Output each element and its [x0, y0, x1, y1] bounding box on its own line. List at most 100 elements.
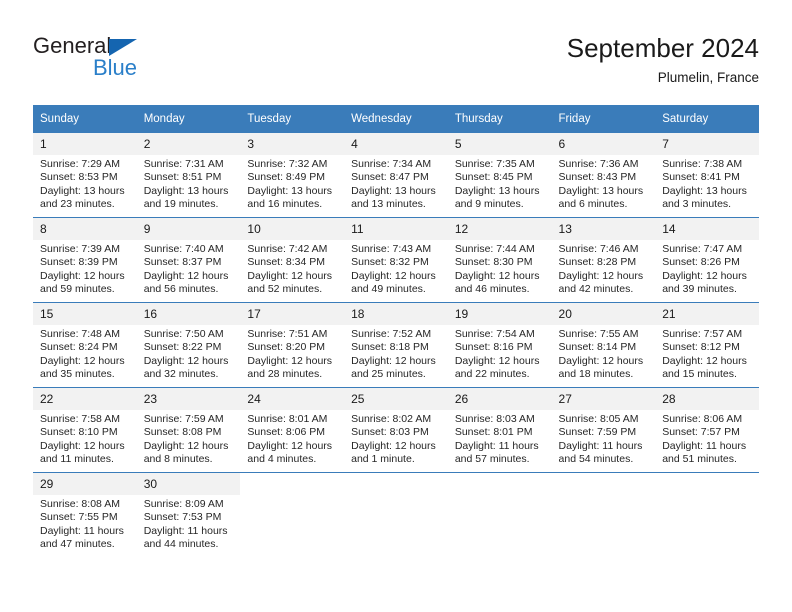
- day-details: [240, 495, 344, 498]
- sunset-text: Sunset: 8:28 PM: [558, 256, 637, 269]
- calendar-day-cell[interactable]: 22 Sunrise: 7:58 AM Sunset: 8:10 PM Dayligh…: [33, 387, 137, 473]
- sunrise-text: Sunrise: 7:54 AM: [454, 328, 535, 340]
- calendar-day-cell[interactable]: 8 Sunrise: 7:39 AM Sunset: 8:39 PM Daylight…: [33, 217, 137, 303]
- page-title: September 2024: [566, 33, 759, 63]
- day-number: 13: [551, 218, 656, 240]
- calendar-day-cell[interactable]: 13 Sunrise: 7:46 AM Sunset: 8:28 PM Dayligh…: [551, 217, 656, 303]
- calendar-day-cell[interactable]: 27 Sunrise: 8:05 AM Sunset: 7:59 PM Dayligh…: [551, 387, 656, 473]
- day-number: 6: [551, 133, 656, 155]
- day-number: 29: [33, 473, 137, 495]
- day-cell-inner: 1 Sunrise: 7:29 AM Sunset: 8:53 PM Daylight…: [33, 133, 137, 217]
- calendar-day-cell[interactable]: 26 Sunrise: 8:03 AM Sunset: 8:01 PM Dayligh…: [447, 387, 552, 473]
- day-details: Sunrise: 7:38 AM Sunset: 8:41 PM Daylight:…: [655, 155, 759, 211]
- logo-word-blue: Blue: [93, 55, 138, 80]
- day-cell-inner: 19 Sunrise: 7:54 AM Sunset: 8:16 PM Dayligh…: [447, 303, 552, 387]
- day-number: [447, 473, 552, 495]
- sunrise-text: Sunrise: 7:57 AM: [662, 328, 743, 340]
- daylight-text: Daylight: 11 hours and 54 minutes.: [558, 439, 643, 465]
- calendar-day-cell[interactable]: 28 Sunrise: 8:06 AM Sunset: 7:57 PM Dayligh…: [655, 387, 759, 473]
- day-number: [551, 473, 656, 495]
- calendar-day-cell[interactable]: 12 Sunrise: 7:44 AM Sunset: 8:30 PM Dayligh…: [447, 217, 552, 303]
- sunrise-text: Sunrise: 7:46 AM: [558, 243, 639, 255]
- calendar-day-cell[interactable]: 9 Sunrise: 7:40 AM Sunset: 8:37 PM Daylight…: [136, 217, 241, 303]
- calendar-page: General Blue September 2024 Plumelin, Fr…: [0, 0, 792, 612]
- calendar-cell-empty: [551, 472, 656, 557]
- calendar-day-cell[interactable]: 16 Sunrise: 7:50 AM Sunset: 8:22 PM Dayligh…: [136, 302, 241, 388]
- calendar-day-cell[interactable]: 23 Sunrise: 7:59 AM Sunset: 8:08 PM Dayligh…: [136, 387, 241, 473]
- weekday-header-monday: Monday: [136, 105, 241, 133]
- day-details: Sunrise: 8:08 AM Sunset: 7:55 PM Daylight:…: [33, 495, 137, 551]
- day-number: 16: [136, 303, 241, 325]
- daylight-text: Daylight: 12 hours and 56 minutes.: [143, 269, 229, 295]
- calendar-day-cell[interactable]: 4 Sunrise: 7:34 AM Sunset: 8:47 PM Daylight…: [344, 133, 448, 218]
- day-details: Sunrise: 7:35 AM Sunset: 8:45 PM Daylight:…: [448, 155, 552, 211]
- sunset-text: Sunset: 8:32 PM: [351, 256, 429, 269]
- sunset-text: Sunset: 7:53 PM: [143, 511, 222, 524]
- sunrise-text: Sunrise: 8:08 AM: [40, 498, 120, 510]
- daylight-text: Daylight: 12 hours and 32 minutes.: [143, 354, 229, 380]
- calendar-day-cell[interactable]: 2 Sunrise: 7:31 AM Sunset: 8:51 PM Daylight…: [136, 133, 241, 218]
- daylight-text: Daylight: 12 hours and 42 minutes.: [558, 269, 644, 295]
- day-number: 17: [240, 303, 345, 325]
- calendar-day-cell[interactable]: 6 Sunrise: 7:36 AM Sunset: 8:43 PM Daylight…: [551, 133, 656, 218]
- sunrise-text: Sunrise: 7:51 AM: [247, 328, 328, 340]
- calendar-day-cell[interactable]: 14 Sunrise: 7:47 AM Sunset: 8:26 PM Dayligh…: [655, 217, 759, 303]
- calendar-day-cell[interactable]: 17 Sunrise: 7:51 AM Sunset: 8:20 PM Dayligh…: [240, 302, 345, 388]
- sunset-text: Sunset: 8:01 PM: [454, 426, 533, 439]
- calendar-day-cell[interactable]: 1 Sunrise: 7:29 AM Sunset: 8:53 PM Daylight…: [33, 133, 137, 218]
- calendar-day-cell[interactable]: 7 Sunrise: 7:38 AM Sunset: 8:41 PM Daylight…: [655, 133, 759, 218]
- day-cell-inner: 20 Sunrise: 7:55 AM Sunset: 8:14 PM Dayligh…: [551, 303, 656, 387]
- calendar-cell-empty: [240, 472, 345, 557]
- sunrise-text: Sunrise: 8:02 AM: [351, 413, 432, 425]
- day-cell-inner: 18 Sunrise: 7:52 AM Sunset: 8:18 PM Dayligh…: [344, 303, 448, 387]
- sunrise-text: Sunrise: 8:03 AM: [454, 413, 535, 425]
- day-number: 18: [344, 303, 448, 325]
- sunset-text: Sunset: 8:49 PM: [247, 171, 326, 184]
- day-details: Sunrise: 7:32 AM Sunset: 8:49 PM Daylight:…: [240, 155, 344, 211]
- day-cell-inner: 9 Sunrise: 7:40 AM Sunset: 8:37 PM Daylight…: [136, 218, 241, 302]
- calendar-week-row: 22 Sunrise: 7:58 AM Sunset: 8:10 PM Dayligh…: [33, 387, 759, 473]
- daylight-text: Daylight: 11 hours and 47 minutes.: [40, 524, 124, 550]
- day-number: 5: [447, 133, 552, 155]
- calendar-day-cell[interactable]: 10 Sunrise: 7:42 AM Sunset: 8:34 PM Dayligh…: [240, 217, 345, 303]
- sunrise-text: Sunrise: 7:59 AM: [143, 413, 224, 425]
- day-details: Sunrise: 8:09 AM Sunset: 7:53 PM Daylight:…: [137, 495, 241, 551]
- day-details: Sunrise: 7:47 AM Sunset: 8:26 PM Daylight:…: [655, 240, 759, 296]
- day-details: Sunrise: 7:36 AM Sunset: 8:43 PM Daylight:…: [552, 155, 656, 211]
- day-details: Sunrise: 7:29 AM Sunset: 8:53 PM Daylight:…: [33, 155, 137, 211]
- sunrise-text: Sunrise: 7:48 AM: [40, 328, 120, 340]
- sunset-text: Sunset: 8:53 PM: [40, 171, 118, 184]
- day-number: 7: [655, 133, 759, 155]
- day-cell-inner: 2 Sunrise: 7:31 AM Sunset: 8:51 PM Daylight…: [136, 133, 241, 217]
- daylight-text: Daylight: 12 hours and 11 minutes.: [40, 439, 125, 465]
- calendar-day-cell[interactable]: 21 Sunrise: 7:57 AM Sunset: 8:12 PM Dayligh…: [655, 302, 759, 388]
- sunrise-text: Sunrise: 7:40 AM: [143, 243, 224, 255]
- calendar-day-cell[interactable]: 30 Sunrise: 8:09 AM Sunset: 7:53 PM Dayligh…: [136, 472, 241, 557]
- day-cell-inner: 11 Sunrise: 7:43 AM Sunset: 8:32 PM Dayligh…: [344, 218, 448, 302]
- day-details: Sunrise: 7:48 AM Sunset: 8:24 PM Daylight:…: [33, 325, 137, 381]
- calendar-day-cell[interactable]: 24 Sunrise: 8:01 AM Sunset: 8:06 PM Dayligh…: [240, 387, 345, 473]
- day-number: 28: [655, 388, 759, 410]
- day-cell-inner: 26 Sunrise: 8:03 AM Sunset: 8:01 PM Dayligh…: [447, 388, 552, 472]
- calendar-day-cell[interactable]: 5 Sunrise: 7:35 AM Sunset: 8:45 PM Daylight…: [447, 133, 552, 218]
- daylight-text: Daylight: 12 hours and 35 minutes.: [40, 354, 125, 380]
- calendar-cell-empty: [655, 472, 759, 557]
- calendar-day-cell[interactable]: 29 Sunrise: 8:08 AM Sunset: 7:55 PM Dayligh…: [33, 472, 137, 557]
- calendar-day-cell[interactable]: 20 Sunrise: 7:55 AM Sunset: 8:14 PM Dayligh…: [551, 302, 656, 388]
- sunset-text: Sunset: 8:08 PM: [143, 426, 222, 439]
- day-cell-inner: [240, 473, 345, 557]
- calendar-day-cell[interactable]: 3 Sunrise: 7:32 AM Sunset: 8:49 PM Daylight…: [240, 133, 345, 218]
- calendar-day-cell[interactable]: 19 Sunrise: 7:54 AM Sunset: 8:16 PM Dayligh…: [447, 302, 552, 388]
- daylight-text: Daylight: 13 hours and 9 minutes.: [454, 184, 540, 210]
- sunrise-text: Sunrise: 7:58 AM: [40, 413, 120, 425]
- calendar-day-cell[interactable]: 15 Sunrise: 7:48 AM Sunset: 8:24 PM Dayligh…: [33, 302, 137, 388]
- day-cell-inner: 6 Sunrise: 7:36 AM Sunset: 8:43 PM Daylight…: [551, 133, 656, 217]
- calendar-day-cell[interactable]: 11 Sunrise: 7:43 AM Sunset: 8:32 PM Dayligh…: [344, 217, 448, 303]
- day-cell-inner: 16 Sunrise: 7:50 AM Sunset: 8:22 PM Dayligh…: [136, 303, 241, 387]
- sunrise-text: Sunrise: 7:50 AM: [143, 328, 224, 340]
- day-details: Sunrise: 7:34 AM Sunset: 8:47 PM Daylight:…: [344, 155, 448, 211]
- day-number: 25: [344, 388, 448, 410]
- day-number: [655, 473, 759, 495]
- calendar-day-cell[interactable]: 18 Sunrise: 7:52 AM Sunset: 8:18 PM Dayligh…: [344, 302, 448, 388]
- calendar-day-cell[interactable]: 25 Sunrise: 8:02 AM Sunset: 8:03 PM Dayligh…: [344, 387, 448, 473]
